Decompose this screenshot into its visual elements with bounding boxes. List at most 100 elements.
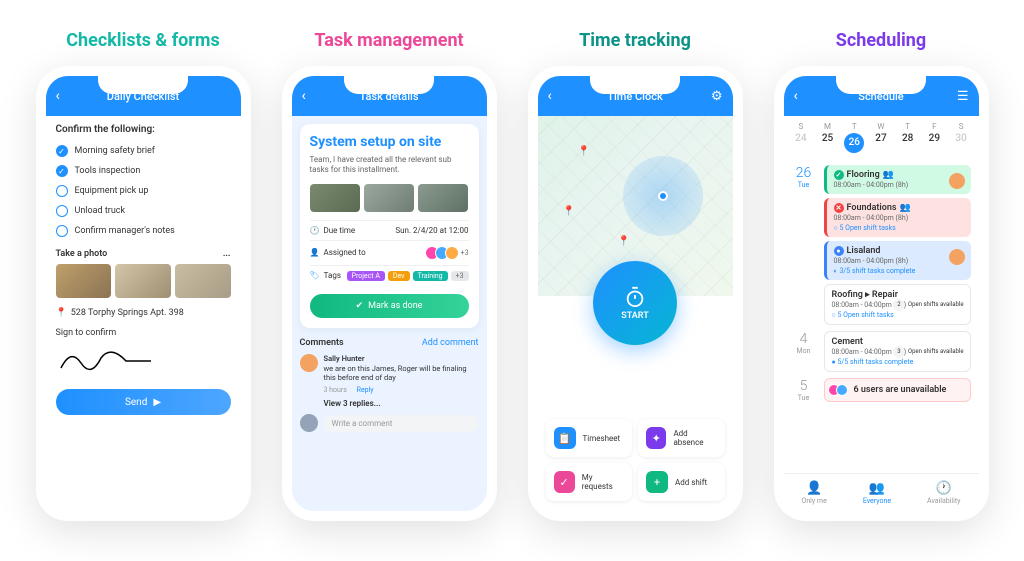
checklist-item[interactable]: Morning safety brief (56, 141, 231, 161)
tag-chip[interactable]: +3 (451, 271, 469, 281)
shift-item[interactable]: 6 users are unavailable (824, 378, 971, 402)
tab-icon: 👤 (802, 481, 827, 496)
card-label: Timesheet (583, 434, 621, 443)
avatar (300, 414, 318, 432)
bottom-tab[interactable]: 👥Everyone (863, 481, 891, 505)
tab-icon: 👥 (863, 481, 891, 496)
shift-item[interactable]: ● Lisaland08:00am - 04:00pm (8h)◐ 3/5 sh… (824, 241, 971, 280)
checklist-item[interactable]: Equipment pick up (56, 181, 231, 201)
phone-checklists: ‹ Daily Checklist Confirm the following:… (36, 66, 251, 521)
task-image[interactable] (364, 184, 414, 212)
more-icon[interactable]: ... (223, 249, 231, 259)
comments-label: Comments (300, 338, 344, 348)
checkbox-icon[interactable] (56, 145, 68, 157)
heading-schedule: Scheduling (836, 30, 926, 51)
checkbox-icon[interactable] (56, 185, 68, 197)
map-pin-icon: 📍 (563, 206, 575, 217)
back-icon[interactable]: ‹ (794, 88, 798, 104)
weekday-cell[interactable]: T28 (896, 122, 920, 153)
sign-label: Sign to confirm (56, 328, 231, 338)
bottom-tab[interactable]: 👤Only me (802, 481, 827, 505)
shift-item[interactable]: Cement08:00am - 04:00pm (8h)● 5/5 shift … (824, 331, 971, 372)
weekday-cell[interactable]: W27 (869, 122, 893, 153)
action-card[interactable]: 📋Timesheet (546, 419, 633, 457)
back-icon[interactable]: ‹ (302, 88, 306, 104)
bottom-tab[interactable]: 🕐Availability (927, 481, 960, 505)
shift-time: 08:00am - 04:00pm (8h) (834, 257, 964, 265)
view-replies-link[interactable]: View 3 replies... (324, 399, 479, 408)
photo-thumb[interactable] (115, 264, 171, 298)
weekday-cell[interactable]: S30 (949, 122, 973, 153)
address-text: 528 Torphy Springs Apt. 398 (71, 308, 184, 318)
action-card[interactable]: ✦ Add absence (638, 419, 725, 457)
card-label: Add shift (675, 478, 707, 487)
shift-name: ✕ Foundations 👥 (834, 203, 964, 213)
back-icon[interactable]: ‹ (548, 88, 552, 104)
shift-item[interactable]: ✕ Foundations 👥08:00am - 04:00pm (8h) ○ 5… (824, 198, 971, 237)
checklist-item[interactable]: Unload truck (56, 201, 231, 221)
card-label: Add absence (673, 429, 716, 447)
checklist-label: Unload truck (75, 206, 126, 216)
shift-subtext: ○ 5 Open shift tasks (834, 224, 964, 232)
tag-chip[interactable]: Dev (388, 271, 410, 281)
task-title: System setup on site (310, 134, 469, 150)
day-label: 4Mon (792, 331, 816, 372)
shift-item[interactable]: ✓ Flooring 👥08:00am - 04:00pm (8h) (824, 165, 971, 194)
avatar (949, 173, 965, 189)
card-icon: + (646, 471, 668, 493)
tab-label: Everyone (863, 497, 891, 505)
back-icon[interactable]: ‹ (56, 88, 60, 104)
card-label: My requests (582, 473, 624, 491)
action-card[interactable]: ✓My requests (546, 463, 633, 501)
send-button[interactable]: Send▶ (56, 389, 231, 415)
tag-chip[interactable]: Training (413, 271, 448, 281)
start-button[interactable]: START (593, 261, 677, 345)
tag-chip[interactable]: Project A (347, 271, 385, 281)
checkbox-icon[interactable] (56, 225, 68, 237)
task-image[interactable] (418, 184, 468, 212)
checkbox-icon[interactable] (56, 205, 68, 217)
shift-item[interactable]: Roofing ▸ Repair08:00am - 04:00pm (8h)○ … (824, 284, 971, 325)
weekday-cell[interactable]: S24 (789, 122, 813, 153)
checklist-label: Tools inspection (75, 166, 141, 176)
action-card[interactable]: + Add shift (638, 463, 725, 501)
task-card: System setup on site Team, I have create… (300, 124, 479, 328)
list-icon[interactable]: ☰ (957, 89, 969, 104)
status-icon: ✕ (834, 203, 844, 213)
people-icon: 👥 (883, 170, 894, 180)
avatar (300, 354, 318, 372)
photo-thumb[interactable] (175, 264, 231, 298)
comment-text: we are on this James, Roger will be fina… (324, 364, 479, 384)
pin-icon: 📍 (56, 308, 67, 318)
assignee-avatars[interactable]: +3 (429, 246, 469, 260)
due-value: Sun. 2/4/20 at 12:00 (395, 226, 468, 235)
comment-input[interactable]: Write a comment (324, 415, 479, 432)
check-icon: ✔ (356, 301, 364, 311)
heading-checklists: Checklists & forms (66, 30, 220, 51)
checklist-label: Equipment pick up (75, 186, 149, 196)
add-comment-link[interactable]: Add comment (422, 338, 479, 348)
weekday-cell[interactable]: M25 (816, 122, 840, 153)
status-icon: ✓ (834, 170, 844, 180)
task-image[interactable] (310, 184, 360, 212)
reply-link[interactable]: Reply (357, 386, 374, 394)
photo-thumb[interactable] (56, 264, 112, 298)
weekday-cell[interactable]: F29 (922, 122, 946, 153)
shift-subtext: ○ 5 Open shift tasks (832, 311, 963, 319)
photo-row (56, 264, 231, 298)
photo-section-label: Take a photo (56, 249, 108, 259)
shift-name: ✓ Flooring 👥 (834, 170, 964, 180)
card-icon: ✦ (646, 427, 666, 449)
gear-icon[interactable]: ⚙ (711, 89, 723, 104)
checklist-item[interactable]: Confirm manager's notes (56, 221, 231, 241)
weekday-cell[interactable]: T26 (842, 122, 866, 153)
shift-time: 08:00am - 04:00pm (8h) (834, 214, 964, 222)
phone-task: ‹ Task details System setup on site Team… (282, 66, 497, 521)
signature-area[interactable] (56, 338, 231, 383)
heading-time: Time tracking (579, 30, 691, 51)
comment-time: 3 hours (324, 386, 347, 394)
mark-done-button[interactable]: ✔Mark as done (310, 294, 469, 318)
day-label: 26Tue (792, 165, 816, 325)
checkbox-icon[interactable] (56, 165, 68, 177)
checklist-item[interactable]: Tools inspection (56, 161, 231, 181)
